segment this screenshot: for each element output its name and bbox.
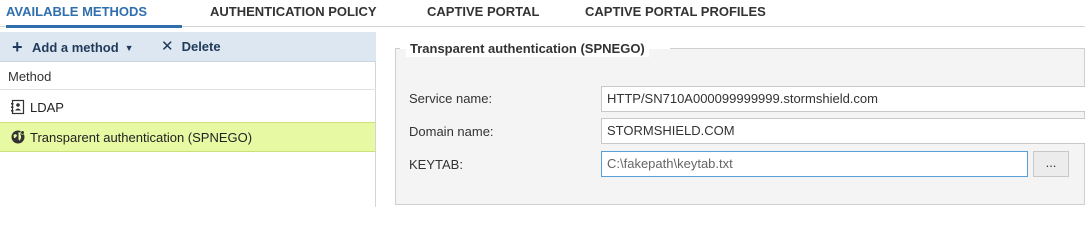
domain-name-label: Domain name: (409, 124, 494, 139)
tab-bar: AVAILABLE METHODS AUTHENTICATION POLICY … (0, 0, 1085, 28)
spnego-globe-icon (11, 130, 25, 144)
browse-keytab-button[interactable]: ... (1033, 151, 1069, 177)
service-name-input[interactable]: HTTP/SN710A000099999999.stormshield.com (601, 86, 1085, 112)
list-item-label: Transparent authentication (SPNEGO) (30, 130, 253, 145)
keytab-label: KEYTAB: (409, 157, 463, 172)
tab-captive-portal[interactable]: CAPTIVE PORTAL (427, 0, 539, 27)
ldap-directory-icon (11, 99, 25, 115)
add-method-button[interactable]: + Add a method ▼ (12, 32, 134, 62)
domain-name-input[interactable]: STORMSHIELD.COM (601, 118, 1085, 144)
list-item-spnego[interactable]: Transparent authentication (SPNEGO) (0, 122, 375, 152)
methods-panel: + Add a method ▼ ✕ Delete Method LDAP Trans… (0, 32, 376, 207)
tab-authentication-policy[interactable]: AUTHENTICATION POLICY (210, 0, 377, 27)
tab-available-methods[interactable]: AVAILABLE METHODS (6, 0, 182, 28)
delete-label: Delete (181, 39, 221, 54)
list-item-ldap[interactable]: LDAP (0, 93, 375, 123)
plus-icon: + (12, 37, 23, 57)
fieldset-legend: Transparent authentication (SPNEGO) (406, 41, 649, 57)
service-name-label: Service name: (409, 91, 493, 106)
method-column-header[interactable]: Method (0, 63, 376, 90)
keytab-file-input[interactable]: C:\fakepath\keytab.txt (601, 151, 1028, 177)
close-icon: ✕ (161, 38, 174, 55)
delete-button[interactable]: ✕ Delete (161, 32, 221, 62)
methods-toolbar: + Add a method ▼ ✕ Delete (0, 32, 376, 62)
chevron-down-icon: ▼ (124, 43, 134, 53)
list-item-label: LDAP (30, 100, 64, 115)
add-method-label: Add a method (32, 40, 119, 55)
tab-captive-portal-profiles[interactable]: CAPTIVE PORTAL PROFILES (585, 0, 766, 27)
